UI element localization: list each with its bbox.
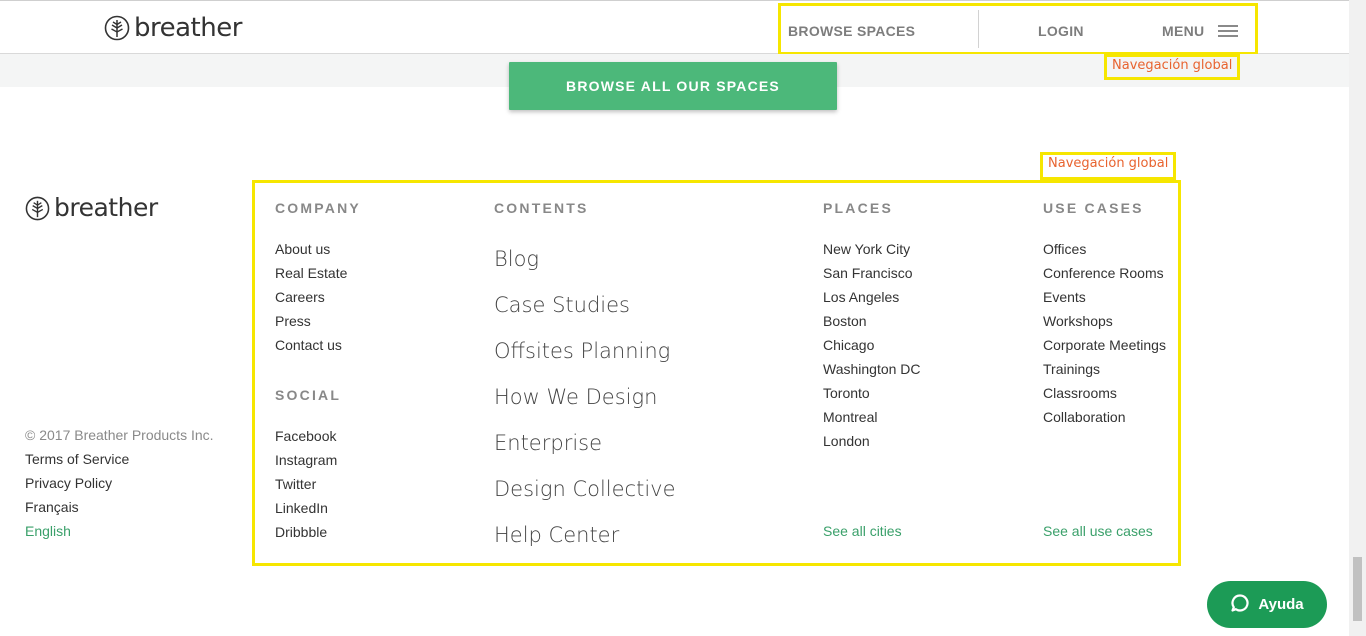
language-french-link[interactable]: Français — [25, 495, 214, 519]
login-link[interactable]: LOGIN — [1038, 23, 1084, 39]
footer-link-events[interactable]: Events — [1043, 285, 1166, 309]
help-label: Ayuda — [1258, 596, 1304, 613]
browse-all-spaces-button[interactable]: BROWSE ALL OUR SPACES — [509, 62, 837, 110]
see-all-use-cases-link[interactable]: See all use cases — [1043, 523, 1153, 539]
contents-heading: CONTENTS — [494, 200, 589, 216]
use-cases-list: Offices Conference Rooms Events Workshop… — [1043, 237, 1166, 429]
footer-link-collaboration[interactable]: Collaboration — [1043, 405, 1166, 429]
logo-wordmark: breather — [134, 13, 242, 43]
footer-link-careers[interactable]: Careers — [275, 285, 347, 309]
footer-legal: © 2017 Breather Products Inc. Terms of S… — [25, 423, 214, 543]
footer-link-london[interactable]: London — [823, 429, 921, 453]
tree-logo-icon — [25, 196, 50, 221]
footer-link-about-us[interactable]: About us — [275, 237, 347, 261]
annotation-label-top: Navegación global — [1104, 54, 1241, 80]
global-nav-highlight: BROWSE SPACES LOGIN MENU — [778, 3, 1258, 55]
places-heading: PLACES — [823, 200, 893, 216]
footer-link-washington-dc[interactable]: Washington DC — [823, 357, 921, 381]
places-list: New York City San Francisco Los Angeles … — [823, 237, 921, 453]
browse-spaces-link[interactable]: BROWSE SPACES — [788, 23, 915, 39]
help-chat-button[interactable]: Ayuda — [1207, 581, 1327, 628]
footer-link-conference-rooms[interactable]: Conference Rooms — [1043, 261, 1166, 285]
footer-link-los-angeles[interactable]: Los Angeles — [823, 285, 921, 309]
language-english-link[interactable]: English — [25, 519, 214, 543]
footer-link-corporate-meetings[interactable]: Corporate Meetings — [1043, 333, 1166, 357]
company-heading: COMPANY — [275, 200, 361, 216]
tree-logo-icon — [104, 15, 130, 41]
menu-label: MENU — [1162, 23, 1205, 39]
footer-link-blog[interactable]: Blog — [494, 236, 676, 282]
social-list: Facebook Instagram Twitter LinkedIn Drib… — [275, 424, 337, 544]
site-header: breather BROWSE SPACES LOGIN MENU — [0, 0, 1349, 55]
footer-link-workshops[interactable]: Workshops — [1043, 309, 1166, 333]
contents-list: Blog Case Studies Offsites Planning How … — [494, 236, 676, 558]
see-all-cities-link[interactable]: See all cities — [823, 523, 902, 539]
chat-bubble-icon — [1230, 593, 1250, 617]
copyright-text: © 2017 Breather Products Inc. — [25, 427, 214, 443]
footer-nav-highlight: COMPANY About us Real Estate Careers Pre… — [252, 180, 1181, 566]
footer-link-offices[interactable]: Offices — [1043, 237, 1166, 261]
footer-link-trainings[interactable]: Trainings — [1043, 357, 1166, 381]
privacy-policy-link[interactable]: Privacy Policy — [25, 471, 214, 495]
use-cases-heading: USE CASES — [1043, 200, 1144, 216]
logo-wordmark: breather — [54, 193, 158, 222]
footer-link-san-francisco[interactable]: San Francisco — [823, 261, 921, 285]
footer-link-facebook[interactable]: Facebook — [275, 424, 337, 448]
hamburger-icon — [1218, 25, 1239, 37]
footer-link-real-estate[interactable]: Real Estate — [275, 261, 347, 285]
footer-link-press[interactable]: Press — [275, 309, 347, 333]
footer-link-case-studies[interactable]: Case Studies — [494, 282, 676, 328]
menu-button[interactable]: MENU — [1162, 23, 1239, 39]
social-heading: SOCIAL — [275, 387, 342, 403]
footer-link-instagram[interactable]: Instagram — [275, 448, 337, 472]
annotation-label-footer: Navegación global — [1040, 152, 1177, 180]
footer-link-classrooms[interactable]: Classrooms — [1043, 381, 1166, 405]
footer-link-boston[interactable]: Boston — [823, 309, 921, 333]
terms-of-service-link[interactable]: Terms of Service — [25, 447, 214, 471]
nav-divider — [978, 10, 979, 48]
page-scrollbar[interactable] — [1349, 0, 1366, 636]
footer-logo[interactable]: breather — [25, 194, 158, 222]
header-logo[interactable]: breather — [104, 13, 242, 43]
footer-link-dribbble[interactable]: Dribbble — [275, 520, 337, 544]
footer-link-new-york-city[interactable]: New York City — [823, 237, 921, 261]
scrollbar-thumb[interactable] — [1353, 557, 1362, 621]
footer-link-linkedin[interactable]: LinkedIn — [275, 496, 337, 520]
footer-link-help-center[interactable]: Help Center — [494, 512, 676, 558]
footer-link-how-we-design[interactable]: How We Design — [494, 374, 676, 420]
footer-link-offsites-planning[interactable]: Offsites Planning — [494, 328, 676, 374]
footer-link-contact-us[interactable]: Contact us — [275, 333, 347, 357]
company-list: About us Real Estate Careers Press Conta… — [275, 237, 347, 357]
footer-link-enterprise[interactable]: Enterprise — [494, 420, 676, 466]
footer-link-twitter[interactable]: Twitter — [275, 472, 337, 496]
footer-link-chicago[interactable]: Chicago — [823, 333, 921, 357]
footer-link-design-collective[interactable]: Design Collective — [494, 466, 676, 512]
footer-link-montreal[interactable]: Montreal — [823, 405, 921, 429]
footer-link-toronto[interactable]: Toronto — [823, 381, 921, 405]
